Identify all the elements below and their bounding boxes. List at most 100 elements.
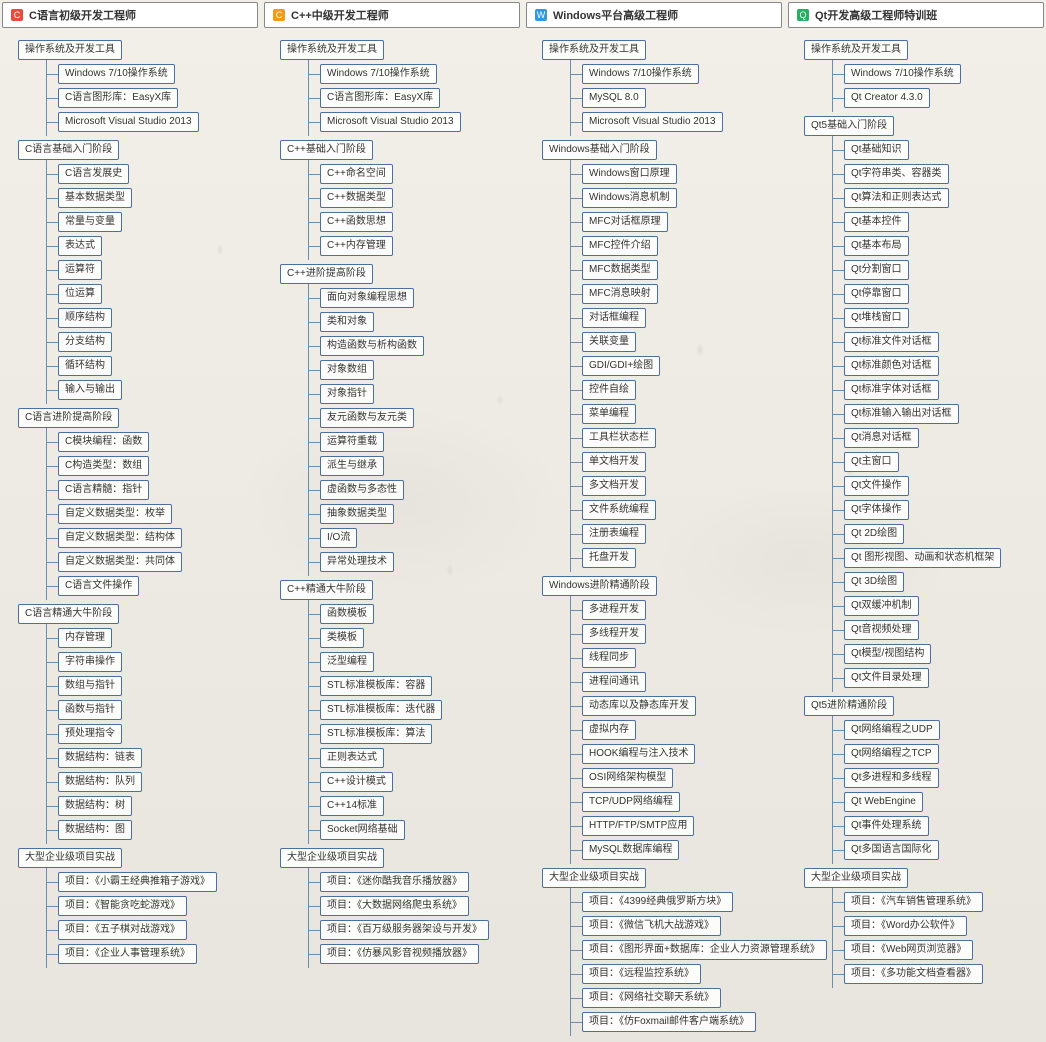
tree-leaf-node[interactable]: C++数据类型 (320, 188, 393, 208)
tree-section-node[interactable]: C++精通大牛阶段 (280, 580, 373, 600)
tree-leaf-node[interactable]: Qt停靠窗口 (844, 284, 909, 304)
tree-leaf-node[interactable]: Qt多国语言国际化 (844, 840, 939, 860)
tree-leaf-node[interactable]: 泛型编程 (320, 652, 374, 672)
tree-leaf-node[interactable]: MFC数据类型 (582, 260, 658, 280)
tree-leaf-node[interactable]: 自定义数据类型：共同体 (58, 552, 182, 572)
tree-leaf-node[interactable]: Qt双缓冲机制 (844, 596, 919, 616)
tree-leaf-node[interactable]: Qt文件操作 (844, 476, 909, 496)
tree-leaf-node[interactable]: MFC对话框原理 (582, 212, 668, 232)
tree-leaf-node[interactable]: Qt网络编程之TCP (844, 744, 939, 764)
tree-section-node[interactable]: Windows进阶精通阶段 (542, 576, 657, 596)
tree-leaf-node[interactable]: 虚拟内存 (582, 720, 636, 740)
tree-leaf-node[interactable]: C++设计模式 (320, 772, 393, 792)
tree-section-node[interactable]: 操作系统及开发工具 (542, 40, 646, 60)
tree-leaf-node[interactable]: Qt网络编程之UDP (844, 720, 940, 740)
track-header[interactable]: WWindows平台高级工程师 (526, 2, 782, 28)
tree-leaf-node[interactable]: C语言精髓：指针 (58, 480, 149, 500)
track-header[interactable]: CC语言初级开发工程师 (2, 2, 258, 28)
tree-leaf-node[interactable]: 项目：《网络社交聊天系统》 (582, 988, 721, 1008)
tree-leaf-node[interactable]: Qt消息对话框 (844, 428, 919, 448)
track-header[interactable]: CC++中级开发工程师 (264, 2, 520, 28)
tree-leaf-node[interactable]: Qt 3D绘图 (844, 572, 904, 592)
tree-leaf-node[interactable]: 数据结构：图 (58, 820, 132, 840)
tree-leaf-node[interactable]: 友元函数与友元类 (320, 408, 414, 428)
tree-section-node[interactable]: 大型企业级项目实战 (18, 848, 122, 868)
tree-leaf-node[interactable]: MFC控件介绍 (582, 236, 658, 256)
tree-leaf-node[interactable]: I/O流 (320, 528, 357, 548)
tree-leaf-node[interactable]: 类模板 (320, 628, 364, 648)
tree-leaf-node[interactable]: 循环结构 (58, 356, 112, 376)
tree-leaf-node[interactable]: 项目：《智能贪吃蛇游戏》 (58, 896, 187, 916)
tree-leaf-node[interactable]: Microsoft Visual Studio 2013 (582, 112, 723, 132)
tree-leaf-node[interactable]: 数据结构：队列 (58, 772, 142, 792)
tree-leaf-node[interactable]: 输入与输出 (58, 380, 122, 400)
tree-section-node[interactable]: 操作系统及开发工具 (804, 40, 908, 60)
tree-leaf-node[interactable]: 项目：《微信飞机大战游戏》 (582, 916, 721, 936)
tree-section-node[interactable]: C语言基础入门阶段 (18, 140, 119, 160)
tree-leaf-node[interactable]: Qt主窗口 (844, 452, 899, 472)
tree-leaf-node[interactable]: 多进程开发 (582, 600, 646, 620)
tree-section-node[interactable]: Qt5进阶精通阶段 (804, 696, 894, 716)
tree-leaf-node[interactable]: HTTP/FTP/SMTP应用 (582, 816, 694, 836)
tree-leaf-node[interactable]: Qt模型/视图结构 (844, 644, 931, 664)
tree-section-node[interactable]: C++基础入门阶段 (280, 140, 373, 160)
tree-leaf-node[interactable]: Qt 图形视图、动画和状态机框架 (844, 548, 1001, 568)
tree-leaf-node[interactable]: 对象数组 (320, 360, 374, 380)
tree-leaf-node[interactable]: 项目：《大数据网络爬虫系统》 (320, 896, 469, 916)
tree-leaf-node[interactable]: 控件自绘 (582, 380, 636, 400)
tree-leaf-node[interactable]: Windows 7/10操作系统 (58, 64, 175, 84)
tree-leaf-node[interactable]: 运算符 (58, 260, 102, 280)
tree-leaf-node[interactable]: 项目：《企业人事管理系统》 (58, 944, 197, 964)
tree-leaf-node[interactable]: Qt标准输入输出对话框 (844, 404, 959, 424)
tree-leaf-node[interactable]: 数据结构：树 (58, 796, 132, 816)
tree-leaf-node[interactable]: 构造函数与析构函数 (320, 336, 424, 356)
tree-leaf-node[interactable]: C语言文件操作 (58, 576, 139, 596)
tree-leaf-node[interactable]: 字符串操作 (58, 652, 122, 672)
tree-leaf-node[interactable]: 文件系统编程 (582, 500, 656, 520)
tree-leaf-node[interactable]: MFC消息映射 (582, 284, 658, 304)
tree-leaf-node[interactable]: Qt堆栈窗口 (844, 308, 909, 328)
tree-leaf-node[interactable]: 基本数据类型 (58, 188, 132, 208)
tree-leaf-node[interactable]: 面向对象编程思想 (320, 288, 414, 308)
tree-leaf-node[interactable]: Qt字符串类、容器类 (844, 164, 949, 184)
tree-leaf-node[interactable]: 线程同步 (582, 648, 636, 668)
tree-leaf-node[interactable]: Qt标准文件对话框 (844, 332, 939, 352)
tree-section-node[interactable]: Windows基础入门阶段 (542, 140, 657, 160)
track-header[interactable]: QQt开发高级工程师特训班 (788, 2, 1044, 28)
tree-leaf-node[interactable]: Qt标准字体对话框 (844, 380, 939, 400)
tree-leaf-node[interactable]: 分支结构 (58, 332, 112, 352)
tree-leaf-node[interactable]: 正则表达式 (320, 748, 384, 768)
tree-leaf-node[interactable]: C++函数思想 (320, 212, 393, 232)
tree-leaf-node[interactable]: Windows 7/10操作系统 (582, 64, 699, 84)
tree-leaf-node[interactable]: 类和对象 (320, 312, 374, 332)
tree-section-node[interactable]: 大型企业级项目实战 (542, 868, 646, 888)
tree-leaf-node[interactable]: 项目：《Word办公软件》 (844, 916, 967, 936)
tree-leaf-node[interactable]: 运算符重载 (320, 432, 384, 452)
tree-leaf-node[interactable]: 项目：《仿Foxmail邮件客户端系统》 (582, 1012, 756, 1032)
tree-leaf-node[interactable]: Qt 2D绘图 (844, 524, 904, 544)
tree-leaf-node[interactable]: TCP/UDP网络编程 (582, 792, 680, 812)
tree-leaf-node[interactable]: C语言发展史 (58, 164, 129, 184)
tree-leaf-node[interactable]: Microsoft Visual Studio 2013 (58, 112, 199, 132)
tree-leaf-node[interactable]: 抽象数据类型 (320, 504, 394, 524)
tree-leaf-node[interactable]: 项目：《五子棋对战游戏》 (58, 920, 187, 940)
tree-leaf-node[interactable]: 进程间通讯 (582, 672, 646, 692)
tree-leaf-node[interactable]: 项目：《图形界面+数据库：企业人力资源管理系统》 (582, 940, 827, 960)
tree-leaf-node[interactable]: 项目：《汽车销售管理系统》 (844, 892, 983, 912)
tree-leaf-node[interactable]: Qt事件处理系统 (844, 816, 929, 836)
tree-leaf-node[interactable]: Qt算法和正则表达式 (844, 188, 949, 208)
tree-leaf-node[interactable]: 项目：《仿暴风影音视频播放器》 (320, 944, 479, 964)
tree-leaf-node[interactable]: 关联变量 (582, 332, 636, 352)
tree-leaf-node[interactable]: 托盘开发 (582, 548, 636, 568)
tree-leaf-node[interactable]: 表达式 (58, 236, 102, 256)
tree-leaf-node[interactable]: 对象指针 (320, 384, 374, 404)
tree-leaf-node[interactable]: MySQL 8.0 (582, 88, 646, 108)
tree-leaf-node[interactable]: 项目：《Web网页浏览器》 (844, 940, 973, 960)
tree-leaf-node[interactable]: 单文档开发 (582, 452, 646, 472)
tree-leaf-node[interactable]: OSI网络架构模型 (582, 768, 673, 788)
tree-leaf-node[interactable]: 项目：《多功能文档查看器》 (844, 964, 983, 984)
tree-section-node[interactable]: 操作系统及开发工具 (18, 40, 122, 60)
tree-section-node[interactable]: C语言精通大牛阶段 (18, 604, 119, 624)
tree-leaf-node[interactable]: 位运算 (58, 284, 102, 304)
tree-leaf-node[interactable]: 派生与继承 (320, 456, 384, 476)
